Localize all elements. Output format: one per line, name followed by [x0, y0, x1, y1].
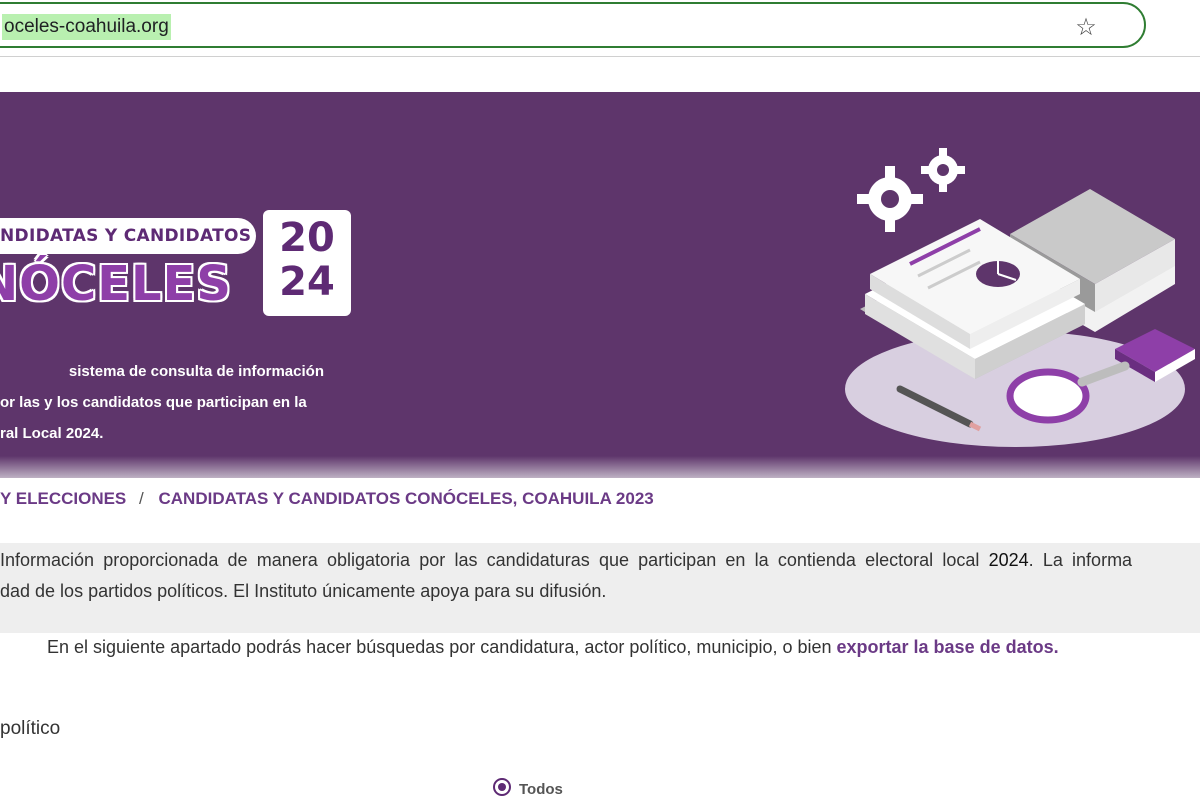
- radio-selected-icon[interactable]: [493, 778, 511, 796]
- star-icon[interactable]: ☆: [1072, 15, 1100, 43]
- banner-title: NÓCELES: [0, 256, 232, 312]
- year-badge-bottom: 24: [279, 259, 335, 305]
- disclaimer-text: Información proporcionada de manera obli…: [0, 550, 989, 570]
- disclaimer-box: Información proporcionada de manera obli…: [0, 543, 1200, 633]
- breadcrumb-separator: /: [139, 489, 144, 508]
- banner-desc-line: ral Local 2024.: [0, 425, 104, 442]
- year-badge-top: 20: [279, 215, 335, 261]
- political-actor-label: político: [0, 718, 61, 739]
- year-badge: 20 24: [263, 210, 351, 316]
- breadcrumb-item-current[interactable]: CANDIDATAS Y CANDIDATOS CONÓCELES, COAHU…: [158, 489, 653, 509]
- gears-icon: [857, 148, 965, 232]
- disclaimer-text-end: . La informa: [1028, 550, 1133, 570]
- election-year: 2024: [988, 550, 1029, 570]
- hero-banner: NDIDATAS Y CANDIDATOS NÓCELES 20 24 sist…: [0, 92, 1200, 478]
- breadcrumb-item-elecciones[interactable]: Y ELECCIONES: [0, 489, 126, 509]
- documents-illustration: [845, 148, 1195, 447]
- disclaimer-line-2: dad de los partidos políticos. El Instit…: [0, 581, 607, 601]
- search-intro: En el siguiente apartado podrás hacer bú…: [47, 637, 1059, 658]
- banner-description: sistema de consulta de información or la…: [0, 356, 324, 449]
- address-bar[interactable]: oceles-coahuila.org ☆: [0, 2, 1146, 48]
- url-text[interactable]: oceles-coahuila.org: [2, 14, 171, 40]
- toolbar-divider: [0, 56, 1200, 57]
- disclaimer-line: Información proporcionada de manera obli…: [0, 550, 1132, 571]
- search-intro-text: En el siguiente apartado podrás hacer bú…: [47, 637, 837, 657]
- banner-pill-text: NDIDATAS Y CANDIDATOS: [0, 226, 252, 246]
- breadcrumb: Y ELECCIONES / CANDIDATAS Y CANDIDATOS C…: [0, 489, 654, 509]
- export-database-link[interactable]: exportar la base de datos.: [837, 637, 1059, 657]
- banner-desc-line: or las y los candidatos que participan e…: [0, 394, 307, 411]
- pie-chart-icon: [976, 261, 1020, 287]
- banner-desc-line: sistema de consulta de información: [68, 363, 324, 380]
- option-label[interactable]: Todos: [519, 781, 563, 798]
